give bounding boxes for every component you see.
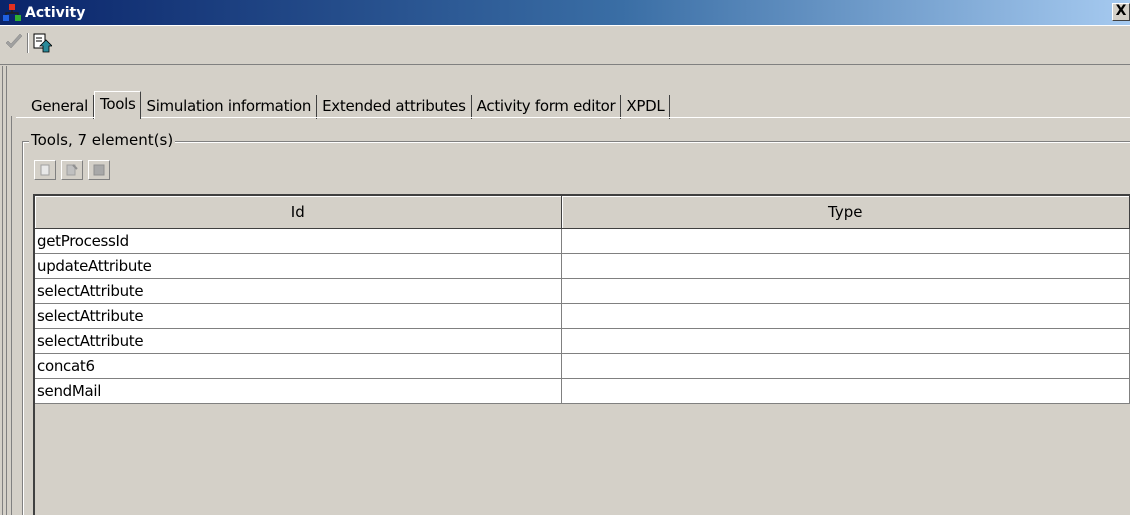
- cell-id[interactable]: updateAttribute: [35, 253, 562, 279]
- cell-type[interactable]: [561, 253, 1130, 279]
- tab-activity-form-editor[interactable]: Activity form editor: [472, 95, 622, 119]
- edit-icon: [66, 164, 78, 176]
- cell-id[interactable]: sendMail: [35, 378, 562, 404]
- delete-tool-button[interactable]: [88, 160, 110, 180]
- tab-tools-label: Tools: [100, 95, 136, 113]
- export-icon[interactable]: [32, 32, 53, 54]
- new-tool-button[interactable]: [34, 160, 56, 180]
- content-border: [11, 116, 12, 515]
- edit-tool-button[interactable]: [61, 160, 83, 180]
- cell-id[interactable]: selectAttribute: [35, 303, 562, 329]
- cell-type[interactable]: [561, 228, 1130, 254]
- window-titlebar[interactable]: Activity X: [0, 0, 1130, 25]
- tab-extended-attributes-label: Extended attributes: [322, 97, 466, 115]
- tab-activity-form-editor-label: Activity form editor: [476, 97, 616, 115]
- tab-extended-attributes[interactable]: Extended attributes: [317, 95, 472, 119]
- new-icon: [40, 164, 50, 176]
- table-row[interactable]: concat6: [35, 353, 1130, 379]
- cell-id[interactable]: concat6: [35, 353, 562, 379]
- window-title: Activity: [25, 4, 86, 21]
- cell-id[interactable]: selectAttribute: [35, 278, 562, 304]
- close-button[interactable]: X: [1112, 3, 1130, 21]
- cell-type[interactable]: [561, 278, 1130, 304]
- toolbar-separator: [27, 33, 29, 53]
- activity-icon: [2, 3, 22, 23]
- tab-xpdl[interactable]: XPDL: [621, 95, 671, 119]
- cell-type[interactable]: [561, 353, 1130, 379]
- tab-general-label: General: [31, 97, 89, 115]
- cell-type[interactable]: [561, 303, 1130, 329]
- tools-group-legend: Tools, 7 element(s): [29, 131, 176, 149]
- delete-icon: [93, 164, 105, 176]
- cell-id[interactable]: selectAttribute: [35, 328, 562, 354]
- tab-baseline: [16, 117, 1130, 118]
- table-row[interactable]: sendMail: [35, 378, 1130, 404]
- column-header-type[interactable]: Type: [561, 196, 1130, 229]
- table-row[interactable]: selectAttribute: [35, 278, 1130, 304]
- cell-id[interactable]: getProcessId: [35, 228, 562, 254]
- cell-type[interactable]: [561, 328, 1130, 354]
- table-row[interactable]: selectAttribute: [35, 328, 1130, 354]
- tab-general[interactable]: General: [26, 95, 95, 119]
- tab-simulation-information-label: Simulation information: [146, 97, 312, 115]
- tools-table: Id Type getProcessId updateAttribute selec…: [33, 194, 1130, 515]
- column-header-id[interactable]: Id: [35, 196, 562, 229]
- table-row[interactable]: selectAttribute: [35, 303, 1130, 329]
- tab-simulation-information[interactable]: Simulation information: [141, 95, 318, 119]
- table-row[interactable]: getProcessId: [35, 228, 1130, 254]
- apply-check-icon[interactable]: [4, 32, 24, 54]
- table-row[interactable]: updateAttribute: [35, 253, 1130, 279]
- cell-type[interactable]: [561, 378, 1130, 404]
- tab-strip: General Tools Simulation information Ext…: [26, 91, 671, 119]
- tab-xpdl-label: XPDL: [626, 97, 665, 115]
- toolbar: [0, 25, 1130, 65]
- tab-tools[interactable]: Tools: [94, 91, 142, 119]
